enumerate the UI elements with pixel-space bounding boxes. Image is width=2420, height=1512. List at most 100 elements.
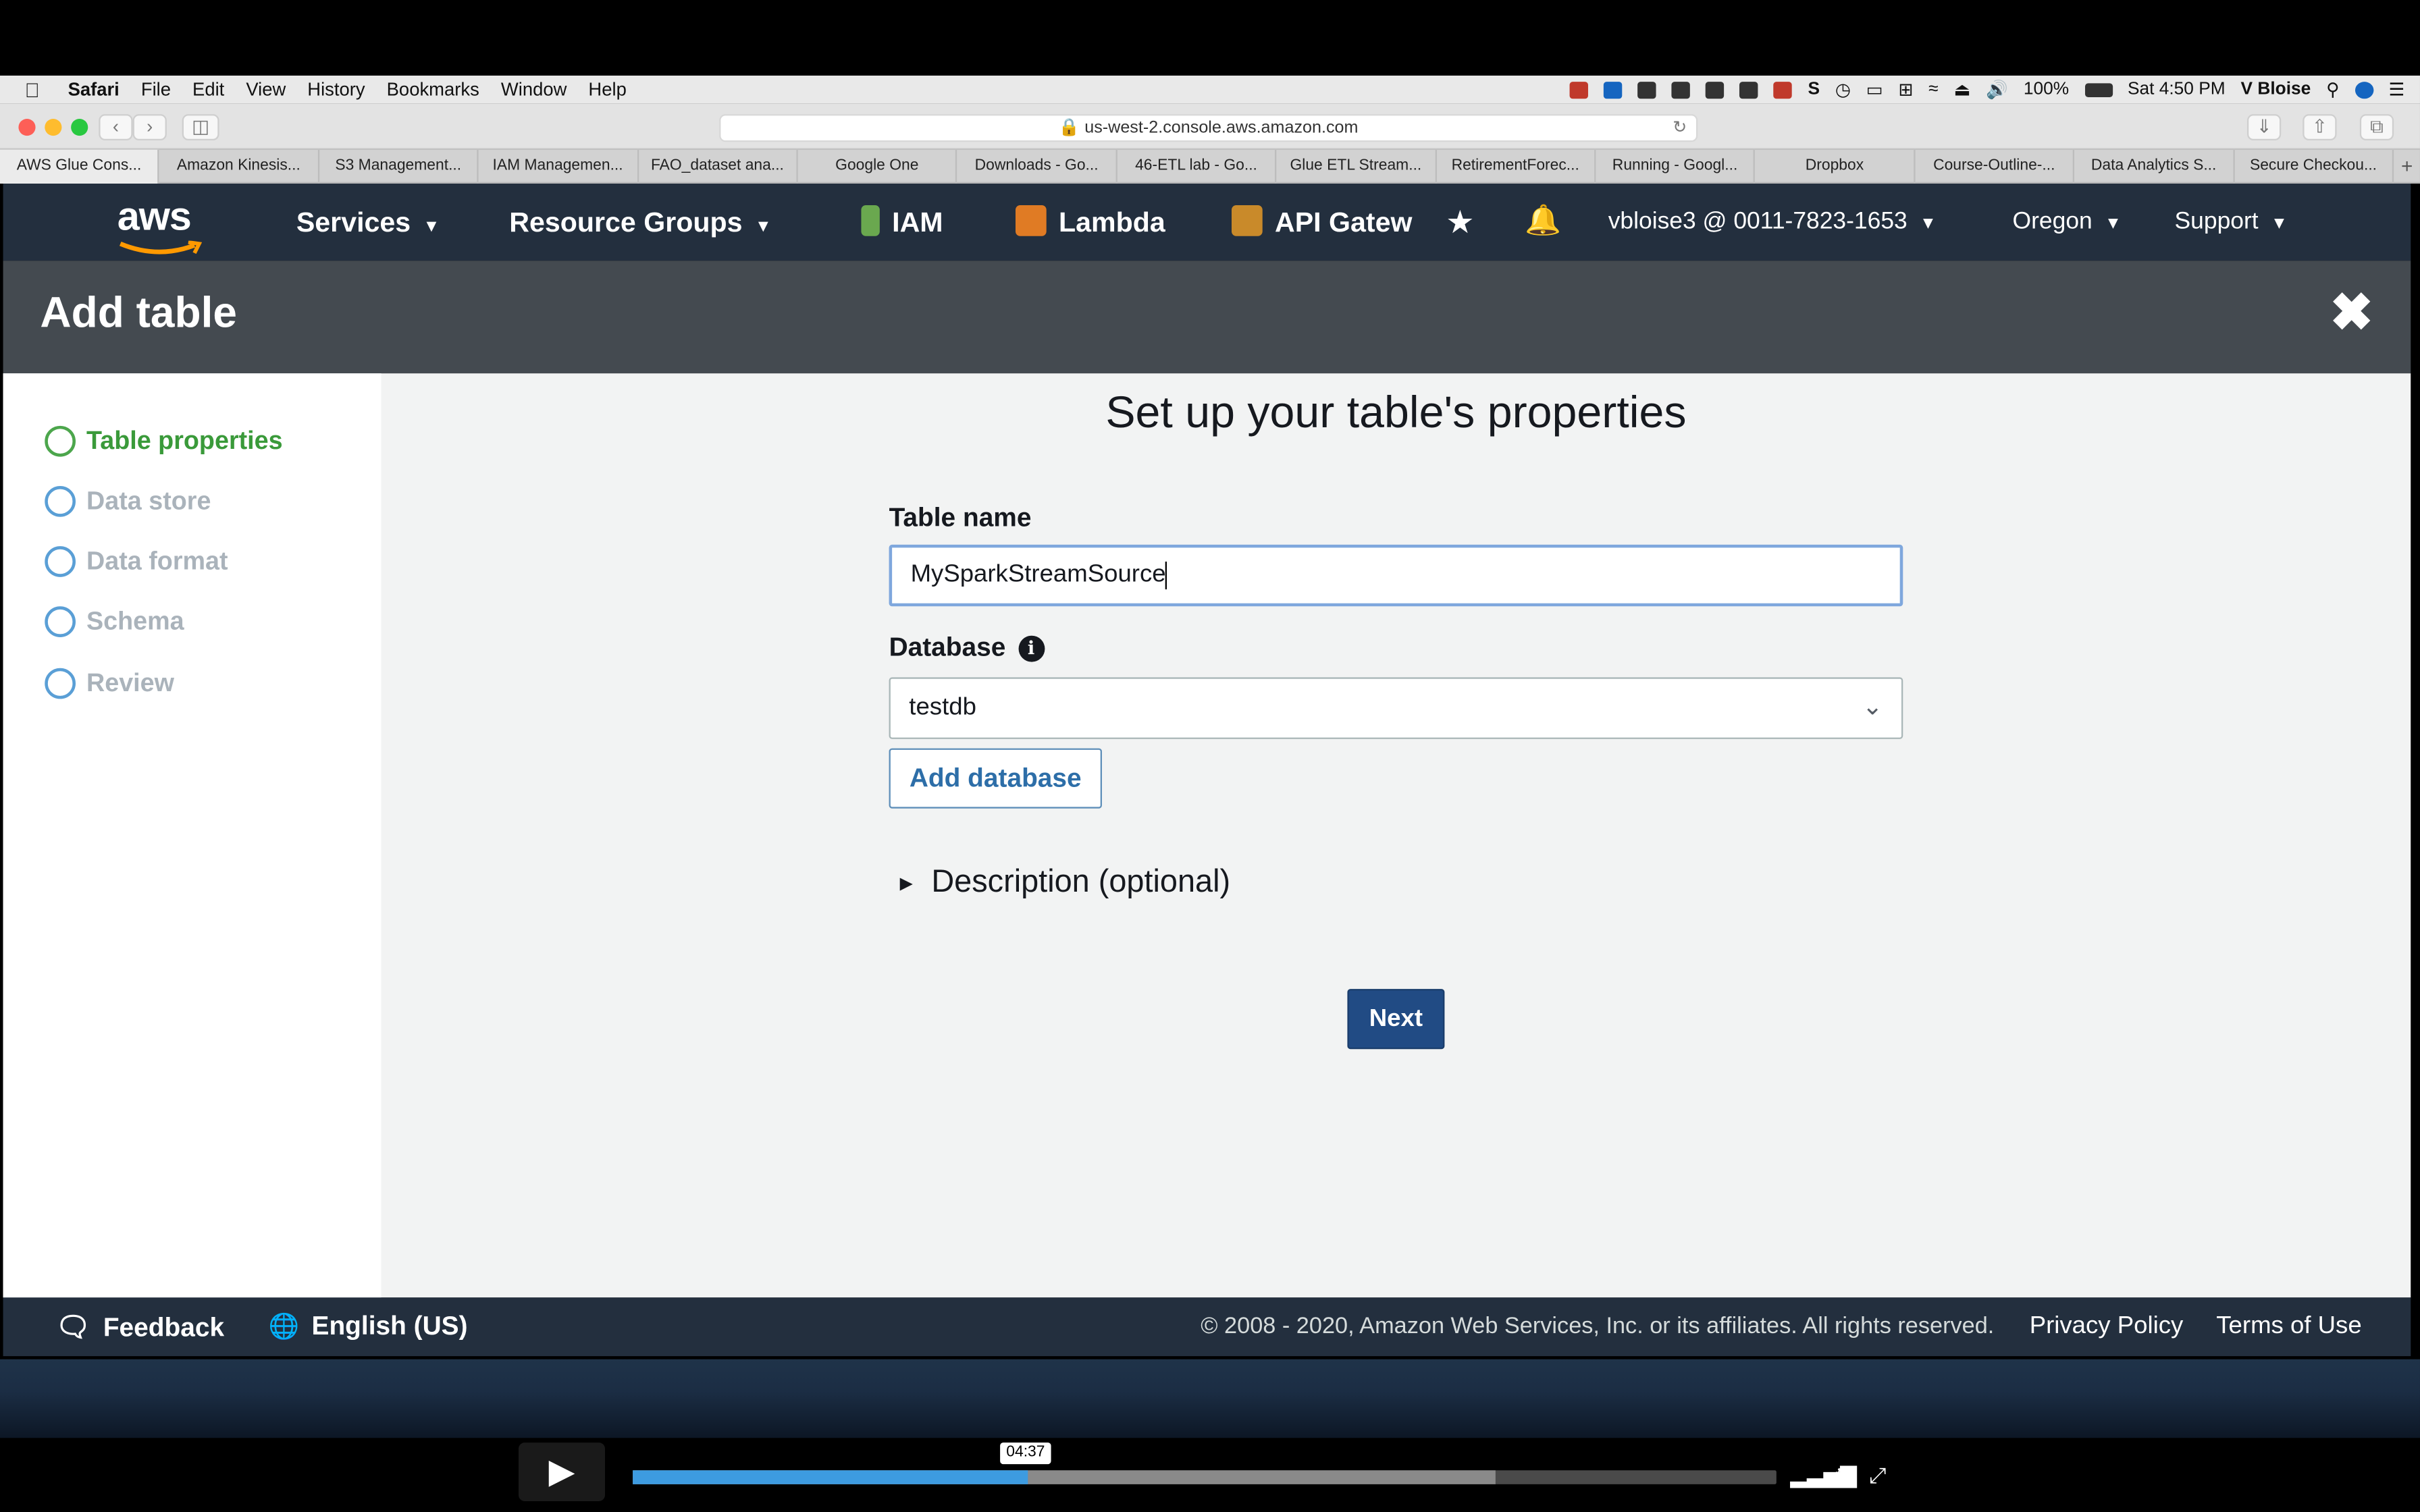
next-button[interactable]: Next — [1347, 989, 1445, 1050]
spotlight-icon[interactable]: ⚲ — [2326, 79, 2339, 100]
tray-book-icon[interactable] — [1739, 80, 1759, 99]
reload-icon[interactable]: ↻ — [1673, 115, 1687, 142]
pinned-lambda[interactable]: Lambda — [1015, 184, 1165, 261]
user-name[interactable]: V Bloise — [2241, 80, 2311, 99]
browser-tab[interactable]: Amazon Kinesis... — [159, 149, 319, 184]
tray-record-icon[interactable] — [1774, 80, 1793, 99]
apple-icon[interactable]:  — [25, 78, 47, 101]
current-time: 04:37 — [1000, 1442, 1051, 1465]
menu-app-name[interactable]: Safari — [68, 79, 120, 101]
tray-s-icon[interactable]: S — [1808, 80, 1820, 99]
browser-tab[interactable]: FAO_dataset ana... — [638, 149, 798, 184]
dropbox-icon[interactable] — [1604, 80, 1623, 99]
menu-file[interactable]: File — [141, 79, 171, 101]
close-icon[interactable]: ✖ — [2330, 282, 2373, 344]
region-menu[interactable]: Oregon ▼ — [2013, 184, 2122, 261]
browser-tab[interactable]: Glue ETL Stream... — [1277, 149, 1437, 184]
step-data-format[interactable]: Data format — [45, 543, 228, 580]
tabs-overview-icon[interactable]: ⧉ — [2359, 114, 2394, 140]
description-expander[interactable]: ▶ Description (optional) — [900, 864, 1231, 901]
eject-icon[interactable]: ⏏ — [1954, 79, 1971, 100]
support-menu[interactable]: Support ▼ — [2175, 184, 2288, 261]
window-controls — [18, 118, 88, 136]
caret-down-icon: ▼ — [2270, 214, 2288, 234]
airplay-icon[interactable]: ▭ — [1866, 79, 1883, 100]
browser-tab[interactable]: Google One — [798, 149, 958, 184]
notification-center-icon[interactable]: ☰ — [2389, 79, 2405, 100]
terms-of-use-link[interactable]: Terms of Use — [2216, 1297, 2361, 1356]
siri-icon[interactable] — [2355, 80, 2373, 99]
bell-icon[interactable]: 🔔 — [1525, 184, 1561, 261]
tray-app-icon[interactable] — [1570, 80, 1589, 99]
browser-tab[interactable]: Running - Googl... — [1596, 149, 1756, 184]
step-review[interactable]: Review — [45, 665, 174, 702]
share-icon[interactable]: ⇧ — [2303, 114, 2337, 140]
gear-icon[interactable]: ⚙ — [1833, 1463, 1853, 1489]
aws-logo[interactable]: aws — [117, 196, 204, 254]
menu-bookmarks[interactable]: Bookmarks — [387, 79, 479, 101]
step-label: Review — [86, 668, 174, 697]
close-window-button[interactable] — [18, 118, 36, 136]
add-database-button[interactable]: Add database — [889, 748, 1102, 809]
wizard-steps: Table properties Data store Data format … — [3, 373, 382, 1298]
language-selector[interactable]: 🌐 English (US) — [269, 1297, 468, 1357]
step-data-store[interactable]: Data store — [45, 483, 211, 520]
browser-tab[interactable]: IAM Managemen... — [479, 149, 639, 184]
back-button[interactable]: ‹ — [99, 114, 133, 140]
menu-window[interactable]: Window — [501, 79, 567, 101]
forward-button[interactable]: › — [132, 114, 167, 140]
browser-tab[interactable]: Data Analytics S... — [2075, 149, 2234, 184]
menu-view[interactable]: View — [246, 79, 286, 101]
copyright-text: © 2008 - 2020, Amazon Web Services, Inc.… — [1201, 1313, 1995, 1339]
menu-help[interactable]: Help — [588, 79, 626, 101]
tab-bar: AWS Glue Cons... Amazon Kinesis... S3 Ma… — [0, 149, 2420, 184]
time-machine-icon[interactable]: ◷ — [1835, 79, 1851, 100]
resource-groups-menu[interactable]: Resource Groups ▼ — [509, 184, 771, 261]
browser-tab[interactable]: S3 Management... — [319, 149, 479, 184]
step-table-properties[interactable]: Table properties — [45, 423, 283, 460]
table-name-input[interactable]: MySparkStreamSource — [889, 544, 1903, 607]
battery-icon[interactable] — [2084, 82, 2113, 97]
docker-icon[interactable] — [1672, 80, 1691, 99]
browser-tab[interactable]: Downloads - Go... — [957, 149, 1117, 184]
browser-tab[interactable]: Course-Outline-... — [1915, 149, 2075, 184]
wifi-icon[interactable]: ≈ — [1928, 80, 1938, 99]
info-icon[interactable]: i — [1018, 635, 1045, 662]
new-tab-button[interactable]: + — [2394, 150, 2420, 182]
minimize-window-button[interactable] — [45, 118, 62, 136]
step-schema[interactable]: Schema — [45, 603, 184, 641]
volume-icon[interactable]: 🔊 — [1986, 79, 2008, 100]
privacy-policy-link[interactable]: Privacy Policy — [2030, 1297, 2184, 1356]
downloads-icon[interactable]: ⇓ — [2246, 114, 2282, 140]
feedback-link[interactable]: 🗨 Feedback — [55, 1297, 224, 1357]
cloud-icon[interactable] — [1706, 80, 1725, 99]
browser-tab[interactable]: RetirementForec... — [1436, 149, 1596, 184]
iam-icon — [861, 205, 880, 237]
play-button[interactable]: ▶ — [518, 1442, 605, 1501]
sidebar-toggle-icon[interactable]: ◫ — [182, 114, 219, 140]
account-menu[interactable]: vbloise3 @ 0011-7823-1653 ▼ — [1608, 184, 1937, 261]
tray-spiral-icon[interactable] — [1638, 80, 1657, 99]
video-progress-bar[interactable] — [633, 1470, 1777, 1484]
address-bar[interactable]: 🔒 us-west-2.console.aws.amazon.com ↻ — [719, 114, 1698, 142]
step-label: Table properties — [86, 426, 283, 455]
step-circle-icon — [45, 546, 76, 577]
browser-tab[interactable]: AWS Glue Cons... — [0, 149, 160, 184]
battery-percent[interactable]: 100% — [2024, 80, 2069, 99]
pin-icon[interactable]: ★ — [1448, 184, 1473, 261]
browser-tab[interactable]: Secure Checkou... — [2234, 149, 2394, 184]
services-menu[interactable]: Services ▼ — [296, 184, 440, 261]
menu-history[interactable]: History — [307, 79, 365, 101]
browser-tab[interactable]: 46-ETL lab - Go... — [1117, 149, 1277, 184]
network-icon[interactable]: ⊞ — [1898, 79, 1913, 100]
zoom-window-button[interactable] — [71, 118, 88, 136]
feedback-label: Feedback — [103, 1313, 225, 1343]
clock[interactable]: Sat 4:50 PM — [2128, 80, 2226, 99]
browser-tab[interactable]: Dropbox — [1756, 149, 1916, 184]
database-select[interactable]: testdb ⌄ — [889, 677, 1903, 739]
pinned-iam[interactable]: IAM — [861, 184, 943, 261]
fullscreen-icon[interactable]: ⤢ — [1869, 1463, 1887, 1489]
menu-edit[interactable]: Edit — [192, 79, 224, 101]
pinned-api-gateway[interactable]: API Gatew — [1231, 184, 1423, 261]
step-label: Data format — [86, 547, 228, 575]
